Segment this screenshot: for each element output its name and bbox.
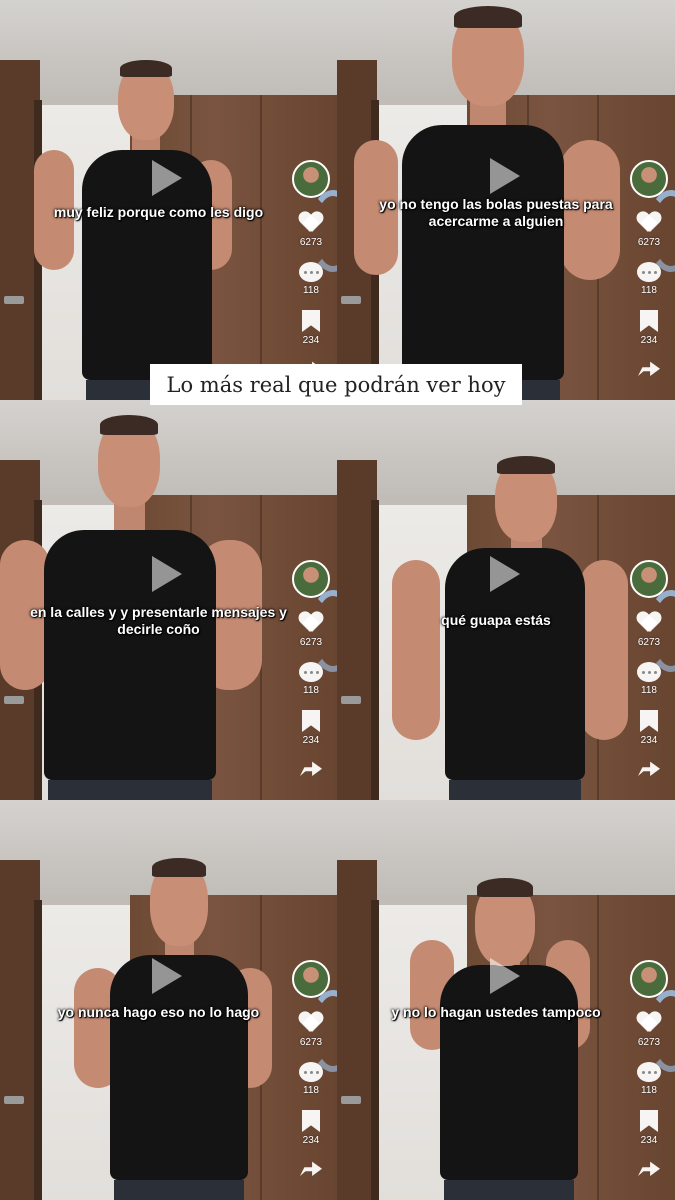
share-icon[interactable] <box>638 761 660 776</box>
share-action[interactable] <box>638 360 660 376</box>
comment-count: 118 <box>303 1085 319 1096</box>
share-icon[interactable] <box>300 761 322 776</box>
subtitle-caption: qué guapa estás <box>441 612 551 628</box>
person <box>0 400 337 800</box>
share-icon[interactable] <box>638 1161 660 1176</box>
bookmark-icon[interactable] <box>302 310 320 332</box>
comment-count: 118 <box>641 285 657 296</box>
save-action[interactable]: 234 <box>640 710 658 746</box>
bookmark-icon[interactable] <box>640 710 658 732</box>
video-frame[interactable]: yo no tengo las bolas puestas para acerc… <box>337 0 675 400</box>
bookmark-icon[interactable] <box>640 1110 658 1132</box>
subtitle-caption: en la calles y y presentarle mensajes y … <box>30 604 287 637</box>
comment-count: 118 <box>641 1085 657 1096</box>
bookmark-icon[interactable] <box>640 310 658 332</box>
person <box>0 800 337 1200</box>
save-count: 234 <box>640 1135 658 1146</box>
save-action[interactable]: 234 <box>302 1110 320 1146</box>
video-frame[interactable]: qué guapa estás 6273 118 234 <box>337 400 675 800</box>
bookmark-icon[interactable] <box>302 710 320 732</box>
save-action[interactable]: 234 <box>302 310 320 346</box>
comment-action[interactable]: 118 <box>637 1062 661 1096</box>
subtitle-caption: y no lo hagan ustedes tampoco <box>391 1004 601 1020</box>
comment-action[interactable]: 118 <box>637 262 661 296</box>
subtitle-caption: yo no tengo las bolas puestas para acerc… <box>379 196 613 229</box>
play-icon[interactable] <box>490 958 520 994</box>
play-icon[interactable] <box>490 556 520 592</box>
share-icon[interactable] <box>300 1161 322 1176</box>
video-frame[interactable]: y no lo hagan ustedes tampoco 6273 118 2… <box>337 800 675 1200</box>
save-action[interactable]: 234 <box>640 1110 658 1146</box>
save-action[interactable]: 234 <box>302 710 320 746</box>
comment-action[interactable]: 118 <box>637 662 661 696</box>
black-tank-top <box>82 150 212 380</box>
save-count: 234 <box>302 735 320 746</box>
video-frame[interactable]: yo nunca hago eso no lo hago 6273 118 23… <box>0 800 337 1200</box>
black-tank-top <box>44 530 216 780</box>
share-action[interactable] <box>300 1160 322 1176</box>
subtitle-caption: yo nunca hago eso no lo hago <box>57 1004 260 1020</box>
person <box>337 800 674 1200</box>
left-arm <box>392 560 440 740</box>
title-banner: Lo más real que podrán ver hoy <box>150 364 522 405</box>
hair <box>477 878 533 897</box>
hair <box>497 456 555 475</box>
person <box>0 0 337 400</box>
save-count: 234 <box>302 1135 320 1146</box>
black-tank-top <box>402 125 564 380</box>
comment-count: 118 <box>641 685 657 696</box>
play-icon[interactable] <box>152 160 182 196</box>
share-action[interactable] <box>638 760 660 776</box>
play-icon[interactable] <box>490 158 520 194</box>
share-action[interactable] <box>300 760 322 776</box>
share-icon[interactable] <box>638 361 660 376</box>
comment-count: 118 <box>303 685 319 696</box>
jeans <box>444 1180 574 1200</box>
save-count: 234 <box>640 735 658 746</box>
save-action[interactable]: 234 <box>640 310 658 346</box>
hair <box>100 415 158 435</box>
hair <box>120 60 172 78</box>
right-arm <box>580 560 628 740</box>
jeans <box>449 780 581 800</box>
save-count: 234 <box>640 335 658 346</box>
hair <box>152 858 206 877</box>
video-collage: muy feliz porque como les digo 6273 118 … <box>0 0 675 1200</box>
comment-action[interactable]: 118 <box>299 662 323 696</box>
comment-action[interactable]: 118 <box>299 262 323 296</box>
hair <box>454 6 522 28</box>
play-icon[interactable] <box>152 556 182 592</box>
video-frame[interactable]: en la calles y y presentarle mensajes y … <box>0 400 337 800</box>
person <box>337 400 674 800</box>
share-action[interactable] <box>638 1160 660 1176</box>
jeans <box>48 780 212 800</box>
video-frame[interactable]: muy feliz porque como les digo 6273 118 … <box>0 0 337 400</box>
comment-count: 118 <box>303 285 319 296</box>
jeans <box>114 1180 244 1200</box>
subtitle-caption: muy feliz porque como les digo <box>53 204 264 220</box>
save-count: 234 <box>302 335 320 346</box>
play-icon[interactable] <box>152 958 182 994</box>
comment-action[interactable]: 118 <box>299 1062 323 1096</box>
bookmark-icon[interactable] <box>302 1110 320 1132</box>
black-tank-top <box>440 965 578 1180</box>
